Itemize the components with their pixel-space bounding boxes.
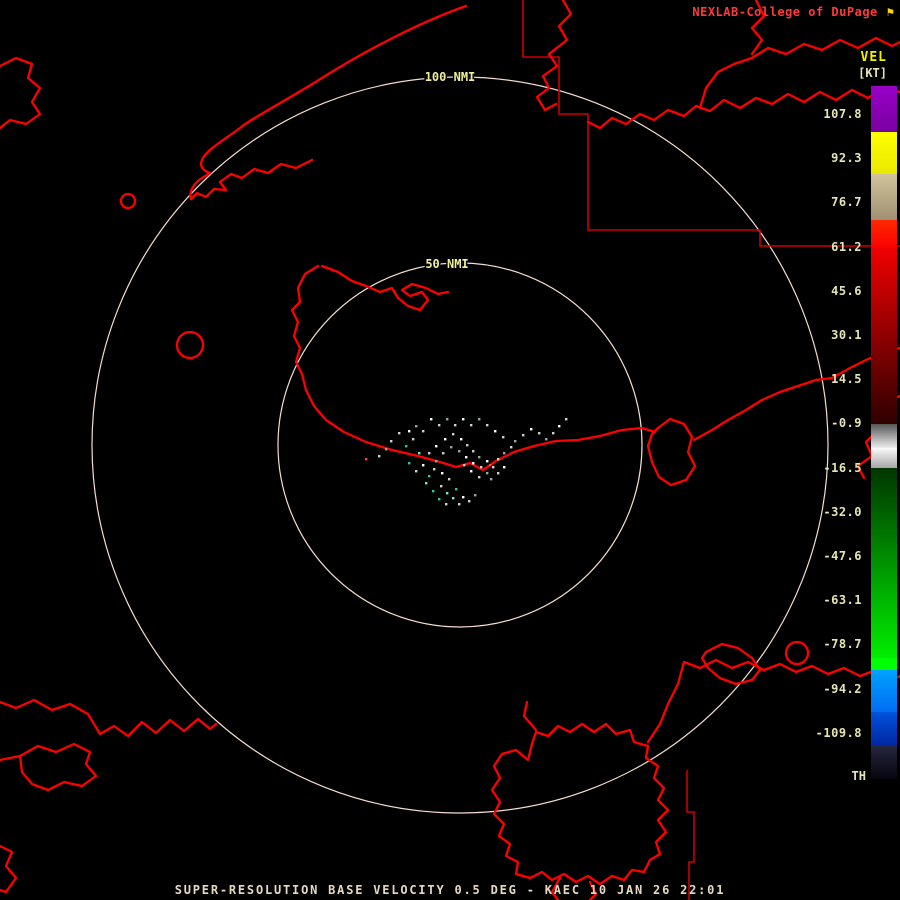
range-ring-100nmi: [91, 76, 829, 814]
coastline-topright-band: [586, 86, 900, 130]
county-boundary: [522, 0, 900, 247]
colorbar-strip: [871, 86, 897, 779]
radar-map: 100 NMI 50 NMI: [0, 0, 900, 900]
county-boundary: [686, 770, 695, 900]
colorbar-unit-label: VEL: [860, 50, 887, 65]
coastline-inlet: [320, 264, 450, 312]
colorbar-unit-bracket: [KT]: [858, 66, 887, 80]
radar-viewer: 100 NMI 50 NMI NEXLAB-College of DuPage …: [0, 0, 900, 900]
coastline-topright-zigzag: [535, 0, 573, 112]
coastline-top-arc: [189, 4, 468, 201]
river-southeast: [646, 660, 686, 744]
brand-flag-icon: ⚑: [886, 5, 894, 19]
product-title: SUPER-RESOLUTION BASE VELOCITY 0.5 DEG -…: [174, 883, 726, 897]
colorbar-segment: [871, 174, 897, 220]
coastline-central: [290, 264, 657, 472]
colorbar-segment: [871, 424, 897, 448]
colorbar-threshold-label: TH: [851, 769, 866, 783]
colorbar-segment: [871, 746, 897, 779]
colorbar-segment: [871, 86, 897, 132]
brand-text: NEXLAB-College of DuPage: [692, 5, 878, 19]
lake-circle: [119, 192, 137, 210]
coastline-topleft: [0, 56, 42, 130]
lake-circle: [175, 330, 205, 360]
colorbar-segment: [871, 712, 897, 746]
colorbar-segment: [871, 248, 897, 424]
lake-circle: [784, 640, 810, 666]
coastline-peninsula: [189, 158, 314, 201]
island-southwest: [0, 742, 98, 792]
lake-outline-large: [490, 722, 670, 886]
river-tail: [522, 700, 538, 732]
colorbar-segment: [871, 670, 897, 712]
colorbar-segment: [871, 220, 897, 248]
coastline-northeast: [692, 346, 900, 442]
range-ring-50nmi: [277, 262, 643, 628]
colorbar-segment: [871, 658, 897, 670]
colorbar-segment: [871, 448, 897, 468]
island-outline: [646, 417, 697, 487]
coastline-southwest: [0, 698, 218, 738]
colorbar-segment: [871, 132, 897, 174]
brand-header: NEXLAB-College of DuPage ⚑: [692, 5, 894, 19]
range-ring-label-50nmi: 50 NMI: [425, 257, 468, 271]
radar-echoes: [365, 418, 568, 506]
range-ring-label-100nmi: 100 NMI: [425, 70, 476, 84]
colorbar-segment: [871, 468, 897, 658]
